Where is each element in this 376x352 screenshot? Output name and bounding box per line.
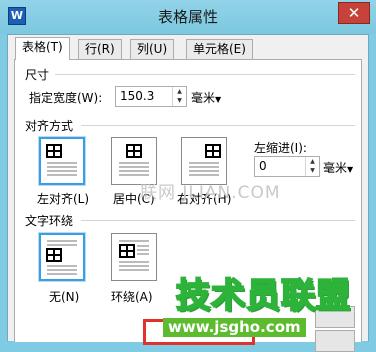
indent-unit-label: 毫米 <box>323 161 348 175</box>
tab-row[interactable]: 行(R) <box>78 39 122 59</box>
title-bar: W 表格属性 ✕ <box>0 0 376 34</box>
width-unit-select[interactable]: 毫米▼ <box>191 89 221 106</box>
tab-table[interactable]: 表格(T) <box>15 37 70 60</box>
align-left-option[interactable] <box>39 137 85 185</box>
faint-watermark: 联网 JLIAN.COM <box>140 183 281 203</box>
align-left-icon <box>46 144 77 176</box>
url-watermark: www.jsgho.com <box>163 318 306 337</box>
alignment-group-title: 对齐方式 <box>25 119 74 133</box>
dialog-title: 表格属性 <box>157 8 218 26</box>
width-value[interactable]: 150.3 <box>120 89 154 103</box>
chevron-down-icon: ▼ <box>215 95 222 104</box>
options-button[interactable] <box>315 330 355 352</box>
indent-spinbox[interactable]: 0 ▲ ▼ <box>254 156 320 177</box>
align-left-label: 左对齐(L) <box>37 192 90 206</box>
close-button[interactable]: ✕ <box>338 2 370 24</box>
wrap-none-icon <box>46 240 77 275</box>
wrap-group-divider <box>81 220 355 221</box>
width-spin-arrows[interactable]: ▲ ▼ <box>172 87 186 106</box>
alignment-group-divider <box>81 125 355 126</box>
wrap-around-option[interactable] <box>111 233 157 281</box>
tab-cell[interactable]: 单元格(E) <box>186 39 253 59</box>
size-group-title: 尺寸 <box>25 68 50 82</box>
wrap-group-title: 文字环绕 <box>25 214 74 228</box>
tab-column[interactable]: 列(U) <box>130 39 175 59</box>
wrap-around-icon <box>119 240 149 271</box>
brand-watermark: 技术员联盟 <box>175 275 351 317</box>
width-label: 指定宽度(W): <box>29 91 103 105</box>
wrap-around-label: 环绕(A) <box>111 290 153 304</box>
wrap-none-option[interactable] <box>39 233 85 281</box>
width-unit-label: 毫米 <box>191 91 216 105</box>
indent-value[interactable]: 0 <box>259 159 267 173</box>
size-group-divider <box>55 74 355 75</box>
indent-label: 左缩进(I): <box>254 141 307 155</box>
width-spinbox[interactable]: 150.3 ▲ ▼ <box>115 86 187 107</box>
wrap-none-label: 无(N) <box>49 290 80 304</box>
chevron-down-icon: ▼ <box>347 165 354 174</box>
indent-spin-arrows[interactable]: ▲ ▼ <box>305 157 319 176</box>
indent-unit-select[interactable]: 毫米▼ <box>323 159 353 176</box>
